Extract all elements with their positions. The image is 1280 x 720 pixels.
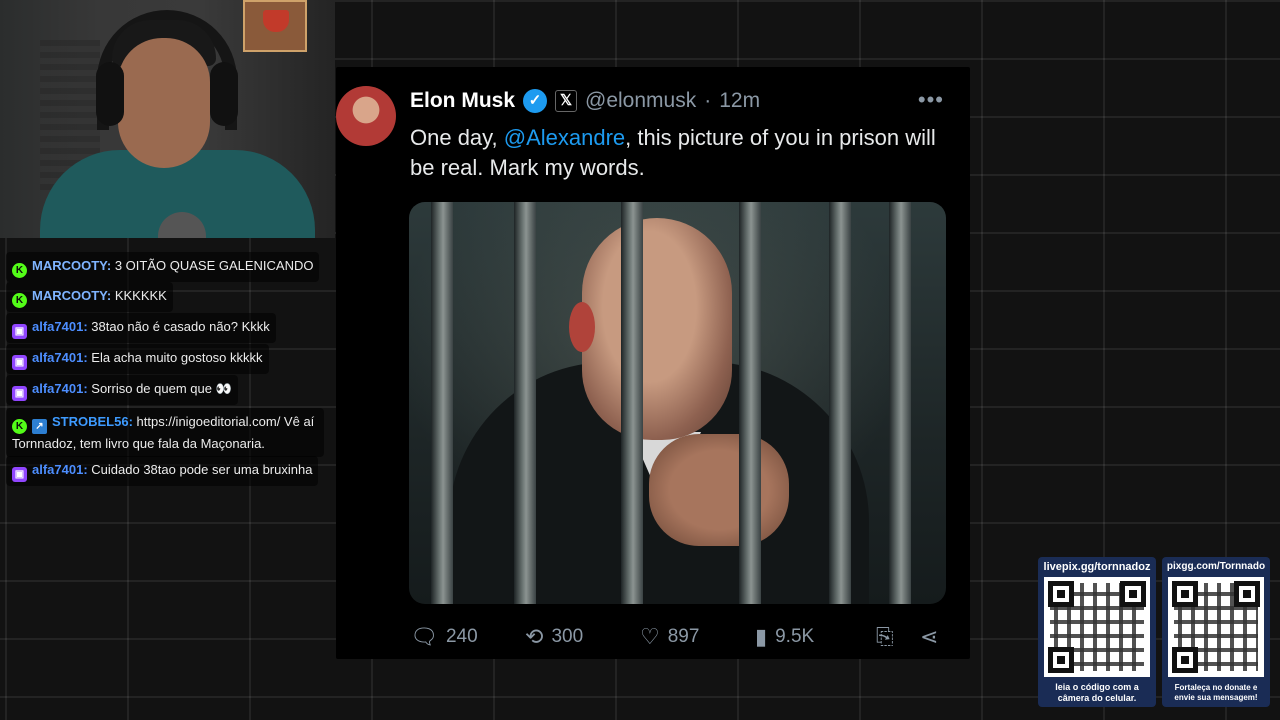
reply-button[interactable]: 🗨 240 <box>410 624 478 650</box>
twitch-badge-icon: ▣ <box>12 355 27 370</box>
tweet-header: Elon Musk ✓ 𝕏 @elonmusk · 12m <box>410 87 760 115</box>
retweet-button[interactable]: ⟲ 300 <box>525 624 583 650</box>
chat-message: K ↗ STROBEL56: https://inigoeditorial.com/… <box>6 408 324 457</box>
chat-text: Sorriso de quem que 👀 <box>91 381 232 396</box>
bookmark-icon: ⎘ <box>876 624 894 649</box>
prison-bar <box>431 202 453 604</box>
kick-badge-icon: K <box>12 419 27 434</box>
webcam-feed <box>0 0 335 238</box>
chat-message: ▣ alfa7401: Ela acha muito gostoso kkkkk <box>6 344 269 374</box>
pixgg-caption: Fortaleça no donate e envie sua mensagem… <box>1174 683 1258 702</box>
chat-text: KKKKKK <box>114 288 167 303</box>
headphone-cup-right <box>210 62 238 126</box>
reply-icon: 🗨 <box>410 624 438 649</box>
chat-message: ▣ alfa7401: 38tao não é casado não? Kkkk <box>6 313 276 343</box>
twitch-badge-icon: ▣ <box>12 324 27 339</box>
avatar[interactable] <box>336 86 396 146</box>
tweet-time[interactable]: 12m <box>719 89 760 113</box>
kick-badge-icon: K <box>12 263 27 278</box>
prison-bar <box>739 202 761 604</box>
chat-username[interactable]: MARCOOTY <box>32 288 107 303</box>
mention-link[interactable]: @Alexandre <box>504 125 625 150</box>
twitch-badge-icon: ▣ <box>12 386 27 401</box>
heart-icon: ♡ <box>640 624 660 649</box>
chat-username[interactable]: alfa7401 <box>32 319 83 334</box>
headphone-cup-left <box>96 62 124 126</box>
kick-badge-icon: K <box>12 293 27 308</box>
separator-dot: · <box>704 89 712 112</box>
livepix-qr-code[interactable] <box>1044 577 1150 677</box>
pixgg-panel: pixgg.com/Tornnado Fortaleça no donate e… <box>1162 557 1270 707</box>
pixgg-qr-code[interactable] <box>1168 577 1264 677</box>
chat-message: K MARCOOTY: KKKKKK <box>6 282 173 312</box>
chat-message: ▣ alfa7401: Cuidado 38tao pode ser uma br… <box>6 456 319 486</box>
pixgg-url[interactable]: pixgg.com/Tornnado <box>1162 561 1270 572</box>
twitch-badge-icon: ▣ <box>12 467 27 482</box>
prison-bar <box>829 202 851 604</box>
retweet-icon: ⟲ <box>525 624 544 649</box>
tweet-text: One day, @Alexandre, this picture of you… <box>410 125 936 180</box>
chat-text: Cuidado 38tao pode ser uma bruxinha <box>91 462 313 477</box>
like-count: 897 <box>667 626 700 647</box>
view-count: 9.5K <box>775 626 815 647</box>
prison-bar <box>621 202 643 604</box>
prison-bar <box>889 202 911 604</box>
chat-username[interactable]: alfa7401 <box>32 462 83 477</box>
more-options-icon[interactable]: ••• <box>918 87 944 113</box>
livepix-url[interactable]: livepix.gg/tornnadoz <box>1038 561 1156 573</box>
x-logo-icon: 𝕏 <box>555 90 578 112</box>
subscriber-badge-icon: ↗ <box>32 419 47 434</box>
image-ear <box>569 302 595 352</box>
image-head <box>582 218 732 440</box>
chat-username[interactable]: MARCOOTY <box>32 258 107 273</box>
image-hands <box>649 434 789 546</box>
streamer-face <box>118 38 210 168</box>
chat-text: 38tao não é casado não? Kkkk <box>91 319 270 334</box>
chat-username[interactable]: STROBEL56 <box>52 414 129 429</box>
tweet-image[interactable] <box>409 202 946 604</box>
chat-text: 3 OITÃO QUASE GALENICANDO <box>114 258 314 273</box>
bookmark-button[interactable]: ⎘ <box>876 624 894 650</box>
author-handle[interactable]: @elonmusk <box>585 89 696 113</box>
share-icon: ⋖ <box>920 624 939 649</box>
like-button[interactable]: ♡ 897 <box>640 624 699 650</box>
livepix-panel: livepix.gg/tornnadoz leia o código com a… <box>1038 557 1156 707</box>
retweet-count: 300 <box>551 626 584 647</box>
views-button[interactable]: ▮ 9.5K <box>755 624 814 650</box>
tweet-card: Elon Musk ✓ 𝕏 @elonmusk · 12m ••• One da… <box>336 67 970 659</box>
wall-poster <box>243 0 307 52</box>
livepix-caption: leia o código com a câmera do celular. <box>1055 682 1139 703</box>
chat-username[interactable]: alfa7401 <box>32 350 83 365</box>
chat-message: ▣ alfa7401: Sorriso de quem que 👀 <box>6 375 238 405</box>
tweet-actions: 🗨 240 ⟲ 300 ♡ 897 ▮ 9.5K ⎘ ⋖ <box>410 624 950 652</box>
reply-count: 240 <box>445 626 478 647</box>
prison-bar <box>514 202 536 604</box>
author-name[interactable]: Elon Musk <box>410 89 515 113</box>
verified-badge-icon: ✓ <box>523 89 548 113</box>
share-button[interactable]: ⋖ <box>920 624 938 650</box>
chat-text: Ela acha muito gostoso kkkkk <box>91 350 263 365</box>
bar-chart-icon: ▮ <box>755 624 768 649</box>
chat-message: K MARCOOTY: 3 OITÃO QUASE GALENICANDO <box>6 252 320 282</box>
chat-username[interactable]: alfa7401 <box>32 381 83 396</box>
